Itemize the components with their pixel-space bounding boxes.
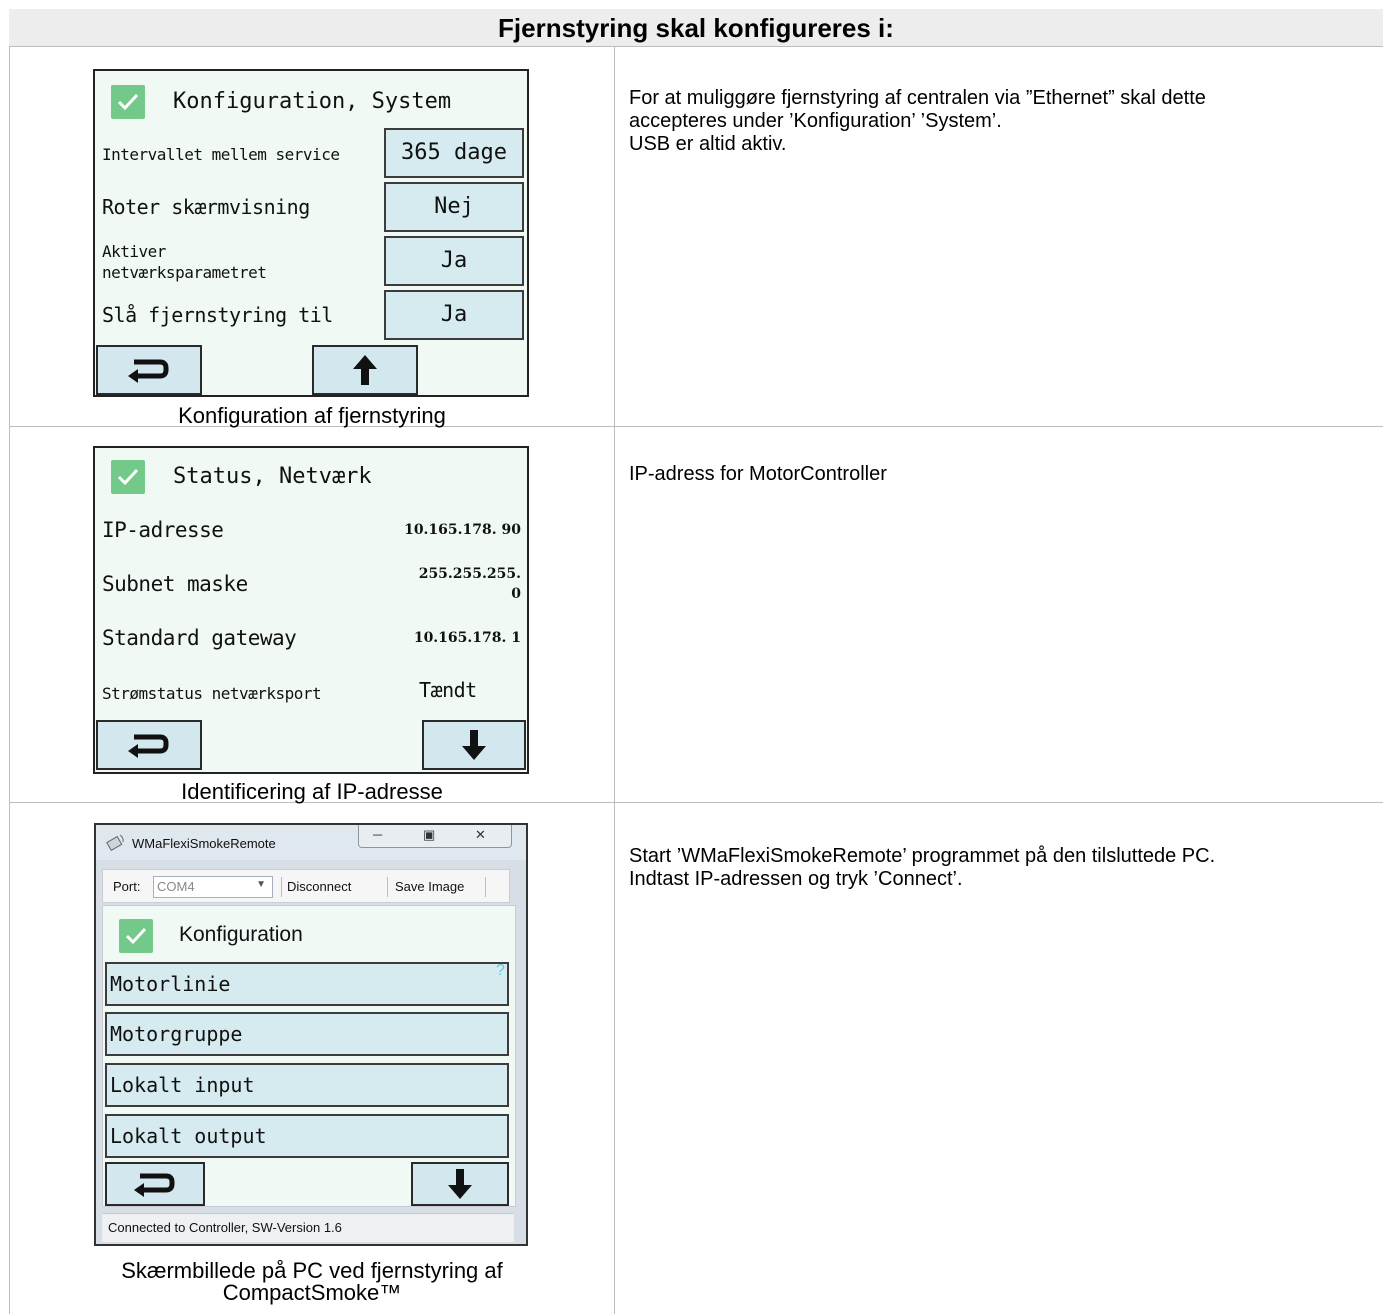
setting-label: Subnet maske xyxy=(102,572,248,596)
port-power-value: Tændt xyxy=(419,678,477,702)
subnet-mask-value: 0 xyxy=(511,586,521,602)
checkmark-icon[interactable] xyxy=(119,919,153,953)
checkmark-icon[interactable] xyxy=(111,85,145,119)
screen-title: Konfiguration xyxy=(179,923,303,946)
setting-label: Roter skærmvisning xyxy=(102,195,310,219)
app-icon xyxy=(106,834,124,851)
ip-address-value: 10.165.178. 90 xyxy=(404,522,521,538)
setting-label: netværksparametret xyxy=(102,263,267,282)
figure-caption: Skærmbillede på PC ved fjernstyring af C… xyxy=(121,1258,503,1305)
arrow-down-icon xyxy=(462,730,486,760)
figure-caption: Identificering af IP-adresse xyxy=(181,779,443,804)
menu-item-lokalt-output[interactable]: Lokalt output xyxy=(105,1114,509,1158)
window-titlebar[interactable]: WMaFlexiSmokeRemote ─ ▣ ✕ xyxy=(96,825,526,860)
return-icon xyxy=(128,359,169,383)
toolbar-separator xyxy=(387,877,388,897)
remote-screen: Konfiguration Motorlinie ? Motorgruppe L… xyxy=(102,905,516,1207)
menu-item-motorgruppe[interactable]: Motorgruppe xyxy=(105,1012,509,1056)
remote-app-window: WMaFlexiSmokeRemote ─ ▣ ✕ Port: COM4 ▼ D… xyxy=(94,823,528,1246)
toolbar-separator xyxy=(485,877,486,897)
network-param-value[interactable]: Ja xyxy=(384,236,524,286)
config-system-screen: Konfiguration, System Intervallet mellem… xyxy=(93,69,529,397)
port-label: Port: xyxy=(113,879,141,894)
setting-label: Slå fjernstyring til xyxy=(102,303,333,327)
window-title: WMaFlexiSmokeRemote xyxy=(132,836,276,851)
row-description: For at muliggøre fjernstyring af central… xyxy=(629,87,1206,155)
back-button[interactable] xyxy=(96,720,202,770)
checkmark-icon[interactable] xyxy=(111,460,145,494)
minimize-icon[interactable]: ─ xyxy=(373,827,382,842)
return-icon xyxy=(128,734,169,758)
window-controls: ─ ▣ ✕ xyxy=(358,825,512,848)
close-icon[interactable]: ✕ xyxy=(475,827,486,843)
row-description: IP-adress for MotorController xyxy=(629,463,887,485)
back-button[interactable] xyxy=(105,1162,205,1206)
menu-item-lokalt-input[interactable]: Lokalt input xyxy=(105,1063,509,1107)
scroll-down-button[interactable] xyxy=(422,720,526,770)
column-divider xyxy=(614,47,615,1314)
disconnect-button[interactable]: Disconnect xyxy=(287,879,351,894)
chevron-down-icon: ▼ xyxy=(256,879,266,890)
setting-label: Standard gateway xyxy=(102,626,297,650)
status-network-screen: Status, Netværk IP-adresse 10.165.178. 9… xyxy=(93,446,529,774)
screen-title: Status, Netværk xyxy=(173,464,372,489)
menu-item-motorlinie[interactable]: Motorlinie xyxy=(105,962,509,1006)
back-button[interactable] xyxy=(96,345,202,395)
save-image-button[interactable]: Save Image xyxy=(395,879,464,894)
toolbar-separator xyxy=(281,877,282,897)
service-interval-value[interactable]: 365 dage xyxy=(384,128,524,178)
gateway-value: 10.165.178. 1 xyxy=(413,630,521,646)
scroll-up-button[interactable] xyxy=(312,345,418,395)
setting-label: Intervallet mellem service xyxy=(102,145,340,164)
port-select[interactable]: COM4 ▼ xyxy=(153,876,273,898)
setting-label: Aktiver xyxy=(102,242,166,261)
scroll-down-button[interactable] xyxy=(411,1162,509,1206)
subnet-mask-value: 255.255.255. xyxy=(418,566,521,582)
rotate-screen-value[interactable]: Nej xyxy=(384,182,524,232)
figure-caption: Konfiguration af fjernstyring xyxy=(178,403,446,428)
arrow-down-icon xyxy=(448,1169,472,1199)
return-icon xyxy=(134,1173,175,1197)
screen-title: Konfiguration, System xyxy=(173,89,452,114)
row-description: Start ’WMaFlexiSmokeRemote’ programmet p… xyxy=(629,845,1216,890)
setting-label: Strømstatus netværksport xyxy=(102,684,322,703)
toolbar: Port: COM4 ▼ Disconnect Save Image xyxy=(102,869,510,903)
connection-status: Connected to Controller, SW-Version 1.6 xyxy=(108,1220,342,1235)
maximize-icon[interactable]: ▣ xyxy=(423,827,435,843)
setting-label: IP-adresse xyxy=(102,518,224,542)
remote-control-value[interactable]: Ja xyxy=(384,290,524,340)
arrow-up-icon xyxy=(353,355,377,385)
table-header: Fjernstyring skal konfigureres i: xyxy=(9,9,1383,47)
status-bar: Connected to Controller, SW-Version 1.6 xyxy=(102,1213,514,1242)
help-icon[interactable]: ? xyxy=(496,962,505,980)
